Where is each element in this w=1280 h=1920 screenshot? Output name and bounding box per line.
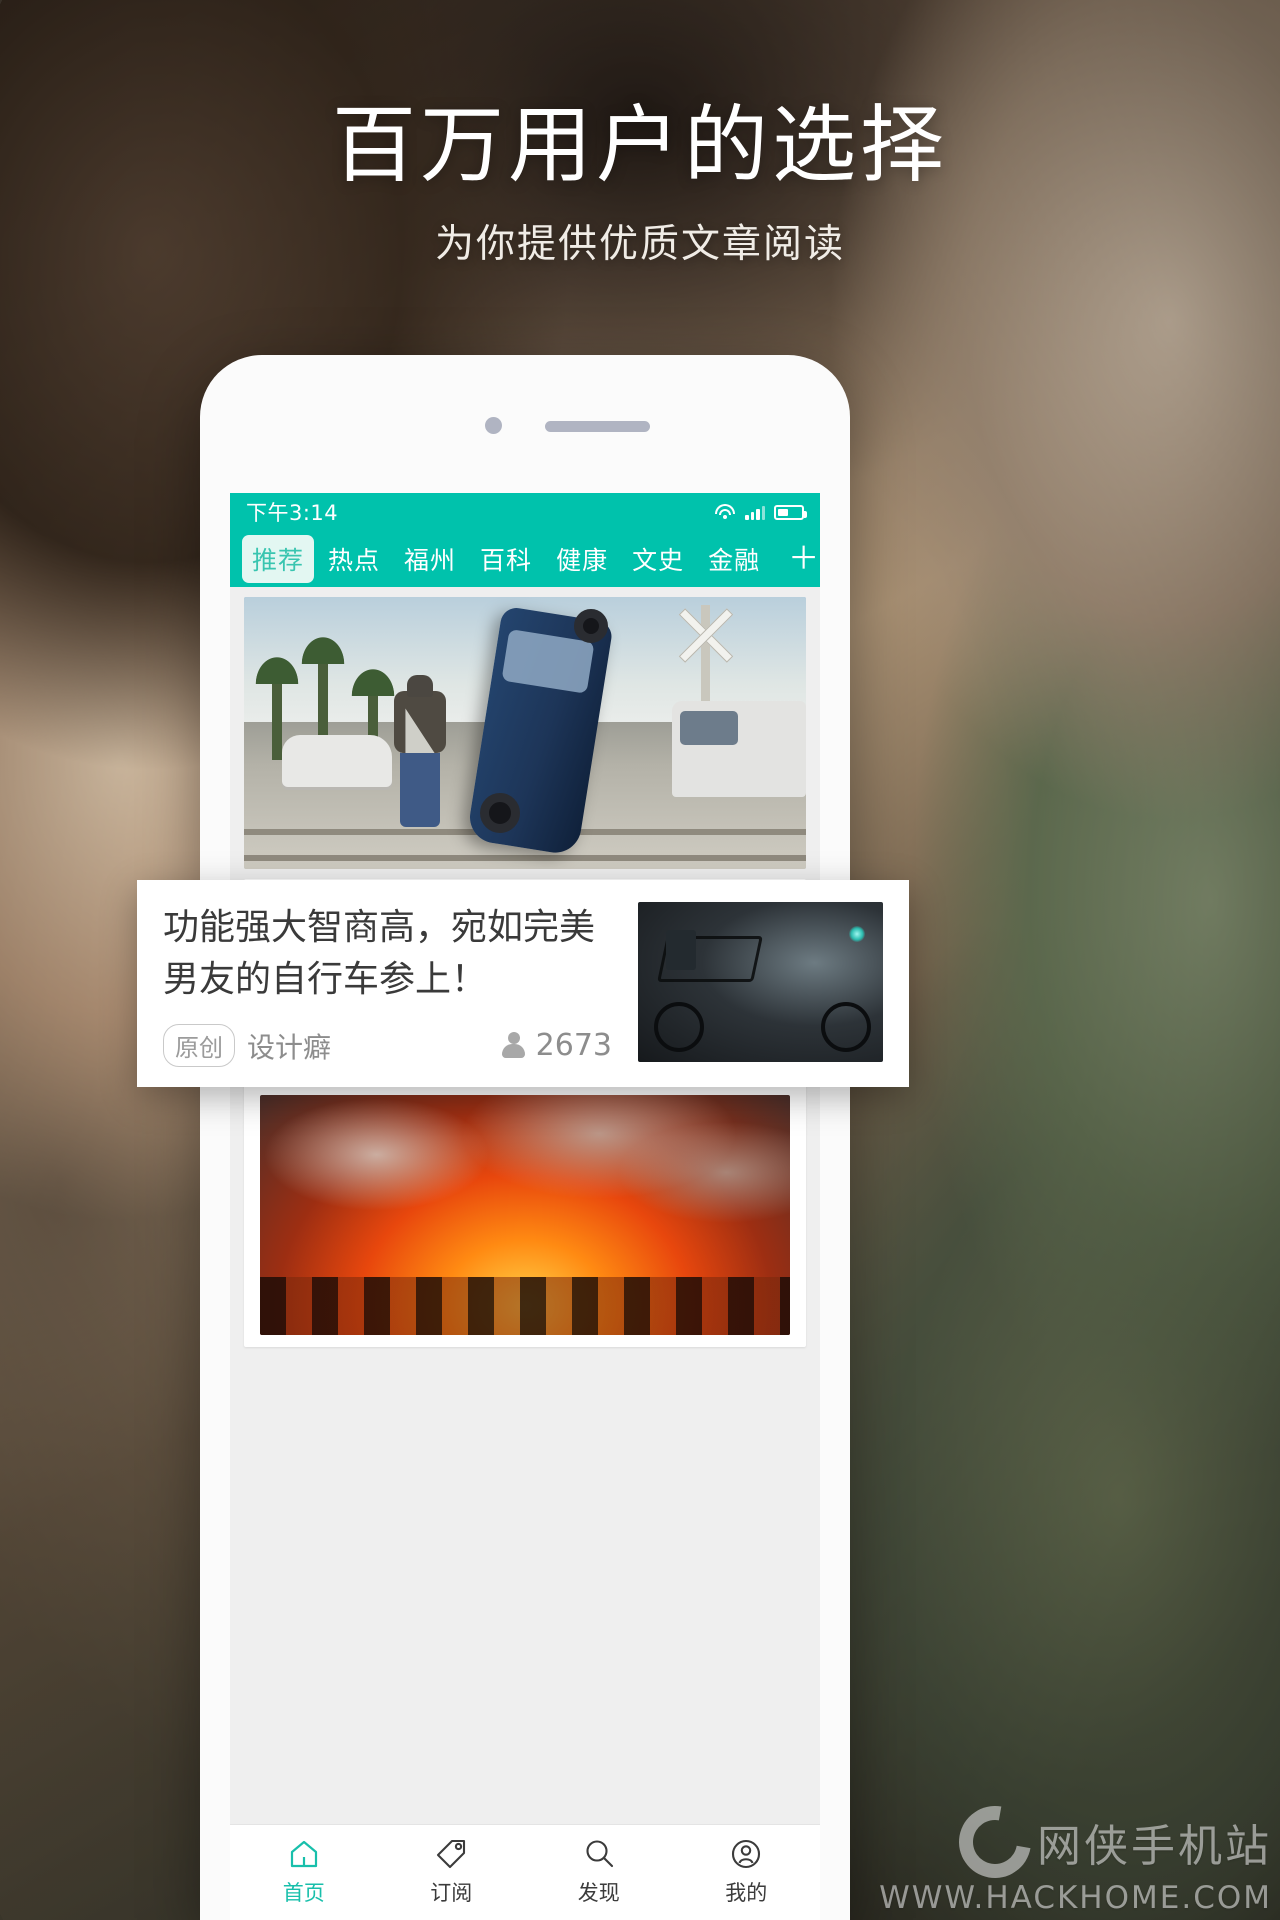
hero-image-wheel-1 — [480, 793, 520, 833]
tab-finance[interactable]: 金融 — [698, 535, 770, 583]
hero-image-crossbuck-sign — [672, 601, 740, 669]
article-feed[interactable]: 小盆友快告诉我你看见啥了 冷丫 2267 天津滨海大爆炸 — [230, 597, 820, 1920]
nav-item-profile[interactable]: 我的 — [673, 1838, 821, 1907]
tab-history[interactable]: 文史 — [622, 535, 694, 583]
nav-item-subscribe[interactable]: 订阅 — [378, 1838, 526, 1907]
nav-label-home: 首页 — [282, 1881, 325, 1905]
featured-article-card[interactable]: 功能强大智商高，宛如完美男友的自行车参上！ 原创 设计癖 2673 — [137, 880, 909, 1088]
tag-icon — [437, 1839, 466, 1869]
phone-mockup: 下午3:14 推荐 热点 福州 百科 健康 文史 金融 ＋ 首页 订阅 发现 我… — [200, 355, 850, 1920]
featured-view-count-value: 2673 — [535, 1028, 612, 1064]
add-category-button[interactable]: ＋ — [778, 538, 820, 581]
status-time: 下午3:14 — [246, 501, 339, 525]
hero-subtitle: 为你提供优质文章阅读 — [434, 221, 845, 267]
hero-text-block: 百万用户的选择 为你提供优质文章阅读 — [0, 0, 1280, 269]
hero-image-rail-2 — [244, 855, 806, 861]
nav-label-subscribe: 订阅 — [430, 1881, 473, 1905]
hero-title: 百万用户的选择 — [331, 96, 948, 194]
big-image-smoke — [260, 1095, 790, 1244]
earpiece-speaker — [545, 421, 650, 432]
hero-image-wheel-2 — [574, 609, 608, 643]
nav-item-discover[interactable]: 发现 — [525, 1838, 673, 1907]
article-big-image[interactable] — [260, 1095, 790, 1335]
person-icon — [501, 1032, 525, 1059]
hero-image-man-hat — [407, 675, 433, 697]
nav-label-discover: 发现 — [577, 1881, 620, 1905]
hero-image-truck — [672, 701, 806, 797]
nav-label-profile: 我的 — [725, 1881, 768, 1905]
tab-hot[interactable]: 热点 — [318, 535, 390, 583]
category-tab-bar[interactable]: 推荐 热点 福州 百科 健康 文史 金融 ＋ — [230, 531, 820, 587]
featured-article-thumbnail[interactable] — [638, 902, 883, 1062]
hero-image-white-car — [282, 735, 392, 787]
bottom-navigation-bar[interactable]: 首页 订阅 发现 我的 — [230, 1824, 820, 1920]
phone-screen: 下午3:14 推荐 热点 福州 百科 健康 文史 金融 ＋ 首页 订阅 发现 我… — [230, 493, 820, 1920]
home-icon — [290, 1840, 317, 1868]
original-badge: 原创 — [163, 1024, 235, 1068]
phone-top-bezel — [200, 355, 850, 493]
tab-fuzhou[interactable]: 福州 — [394, 535, 466, 583]
wifi-icon — [714, 504, 736, 520]
status-icon-group — [714, 504, 807, 520]
featured-article-source: 设计癖 — [247, 1030, 332, 1064]
featured-view-count: 2673 — [501, 1028, 612, 1064]
front-camera-icon — [485, 417, 502, 434]
hero-image-palm-1 — [250, 650, 304, 761]
nav-item-home[interactable]: 首页 — [230, 1838, 378, 1907]
signal-icon — [745, 504, 765, 520]
status-bar: 下午3:14 — [230, 493, 820, 531]
tab-encyclopedia[interactable]: 百科 — [470, 535, 542, 583]
search-icon — [586, 1840, 613, 1868]
feed-hero-image[interactable] — [244, 597, 806, 869]
hero-image-man-legs — [400, 749, 440, 827]
tab-recommend[interactable]: 推荐 — [242, 535, 315, 583]
battery-icon — [774, 504, 807, 520]
featured-article-title: 功能强大智商高，宛如完美男友的自行车参上！ — [163, 907, 596, 1001]
big-image-burning-cars — [260, 1277, 790, 1335]
tab-health[interactable]: 健康 — [546, 535, 618, 583]
user-icon — [732, 1839, 761, 1869]
